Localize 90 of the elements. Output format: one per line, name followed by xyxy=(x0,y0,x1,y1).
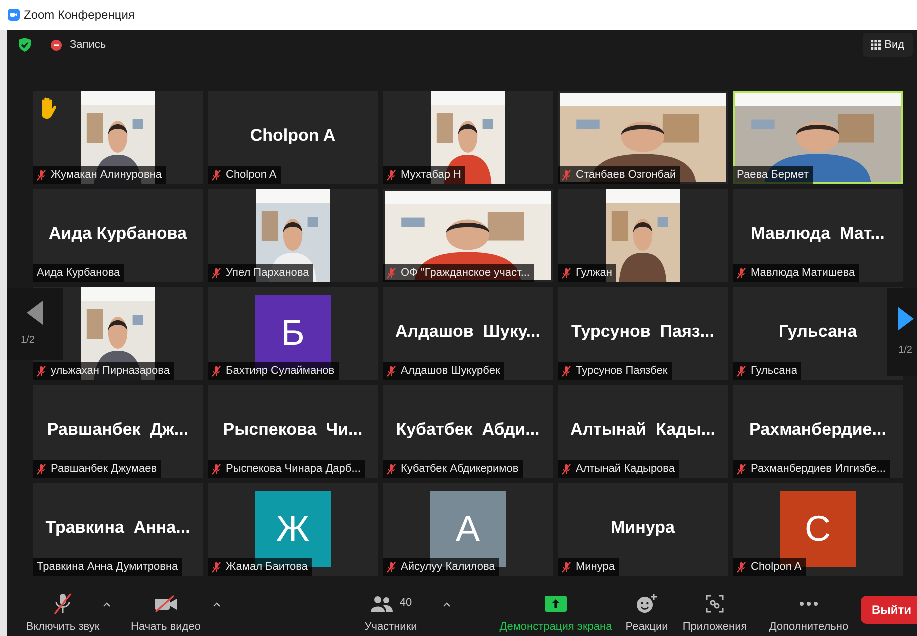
muted-mic-icon xyxy=(212,170,221,180)
participant-label: Гульсана xyxy=(733,362,802,380)
muted-mic-icon xyxy=(737,366,746,376)
participant-name: Cholpon A xyxy=(250,124,336,147)
participant-name: Равшанбек Дж... xyxy=(47,418,189,441)
muted-mic-icon xyxy=(737,268,746,278)
muted-mic-icon xyxy=(562,366,571,376)
toolbar-button[interactable]: 40 Участники xyxy=(291,590,491,636)
left-arrow-icon xyxy=(27,300,43,324)
muted-mic-icon xyxy=(37,366,46,376)
caret-icon[interactable] xyxy=(103,602,111,607)
participant-label: Раева Бермет xyxy=(733,166,813,184)
participant-count: 40 xyxy=(400,596,412,612)
participant-label: Мухтабар Н xyxy=(383,166,466,184)
video-camera-icon xyxy=(8,9,20,21)
muted-mic-icon xyxy=(387,366,396,376)
participant-label: Равшанбек Джумаев xyxy=(33,460,162,478)
participant-name: Минура xyxy=(611,516,675,539)
participant-label: Бахтияр Сулайманов xyxy=(208,362,339,380)
muted-mic-icon xyxy=(387,562,396,572)
participant-name: Кубатбек Абди... xyxy=(396,418,540,441)
muted-mic-icon xyxy=(212,366,221,376)
muted-mic-icon xyxy=(387,464,396,474)
participant-label: Гулжан xyxy=(558,264,616,282)
apps-icon xyxy=(706,594,724,612)
muted-mic-icon xyxy=(37,464,46,474)
participant-label: Cholpon A xyxy=(733,558,806,576)
participant-name: Рыспекова Чи... xyxy=(223,418,363,441)
participant-label: Айсулуу Калилова xyxy=(383,558,500,576)
participant-label: ульжахан Пирназарова xyxy=(33,362,174,380)
participant-label: Упел Парханова xyxy=(208,264,314,282)
participant-label: Мавлюда Матишева xyxy=(733,264,860,282)
muted-mic-icon xyxy=(387,170,396,180)
caret-icon[interactable] xyxy=(443,602,451,607)
toolbar-button[interactable]: Дополнительно xyxy=(757,590,861,636)
participant-name: Мавлюда Мат... xyxy=(751,222,885,245)
participant-label: Аида Курбанова xyxy=(33,264,124,282)
smiley-icon xyxy=(636,594,658,614)
participant-label: Жумакан Алинуровна xyxy=(33,166,166,184)
muted-mic-icon xyxy=(737,562,746,572)
participant-label: Алдашов Шукурбек xyxy=(383,362,504,380)
right-arrow-icon xyxy=(898,306,914,330)
grid-icon xyxy=(870,40,881,50)
participant-label: Станбаев Озгонбай xyxy=(558,166,680,184)
participant-label: Cholpon A xyxy=(208,166,281,184)
toolbar-button[interactable]: Реакции xyxy=(621,590,673,636)
muted-mic-icon xyxy=(37,170,46,180)
muted-mic-icon xyxy=(53,592,73,614)
window-title: Zoom Конференция xyxy=(24,7,135,24)
muted-mic-icon xyxy=(212,268,221,278)
toolbar-button[interactable]: Приложения xyxy=(673,590,757,636)
participant-label: Рыспекова Чинара Дарб... xyxy=(208,460,365,478)
muted-mic-icon xyxy=(212,464,221,474)
participant-label: Турсунов Паязбек xyxy=(558,362,672,380)
participant-label: Минура xyxy=(558,558,619,576)
participant-name: Алдашов Шуку... xyxy=(396,320,540,343)
share-screen-icon xyxy=(545,596,567,612)
participant-label: Кубатбек Абдикеримов xyxy=(383,460,523,478)
muted-mic-icon xyxy=(562,268,571,278)
previous-page-button[interactable]: 1/2 xyxy=(7,288,63,360)
toolbar-button[interactable]: Включить звук xyxy=(15,590,111,636)
participant-label: Травкина Анна Думитровна xyxy=(33,558,182,576)
shield-icon xyxy=(19,38,31,52)
leave-button[interactable]: Выйти xyxy=(861,596,917,624)
muted-camera-icon xyxy=(154,594,178,612)
muted-mic-icon xyxy=(387,268,396,278)
recording-label: Запись xyxy=(70,38,106,53)
participant-name: Травкина Анна... xyxy=(46,516,190,539)
participant-label: Рахманбердиев Илгизбе... xyxy=(733,460,890,478)
toolbar-button[interactable]: Начать видео xyxy=(111,590,221,636)
next-page-button[interactable]: 1/2 xyxy=(886,288,917,376)
record-icon xyxy=(51,40,62,50)
participant-name: Гульсана xyxy=(778,320,858,343)
muted-mic-icon xyxy=(562,170,571,180)
participant-name: Алтынай Кады... xyxy=(570,418,716,441)
participant-label: Алтынай Кадырова xyxy=(558,460,680,478)
participant-name: Турсунов Паяз... xyxy=(571,320,715,343)
people-icon xyxy=(370,596,394,612)
caret-icon[interactable] xyxy=(213,602,221,607)
more-icon xyxy=(799,600,819,606)
muted-mic-icon xyxy=(562,562,571,572)
participant-label: Жамал Баитова xyxy=(208,558,312,576)
toolbar-button[interactable]: Демонстрация экрана xyxy=(491,590,621,636)
participant-label: ОФ "Гражданское участ... xyxy=(383,264,534,282)
participant-name: Рахманбердие... xyxy=(750,418,886,441)
muted-mic-icon xyxy=(562,464,571,474)
participant-name: Аида Курбанова xyxy=(49,222,187,245)
muted-mic-icon xyxy=(212,562,221,572)
view-button[interactable]: Вид xyxy=(862,32,913,58)
muted-mic-icon xyxy=(737,464,746,474)
